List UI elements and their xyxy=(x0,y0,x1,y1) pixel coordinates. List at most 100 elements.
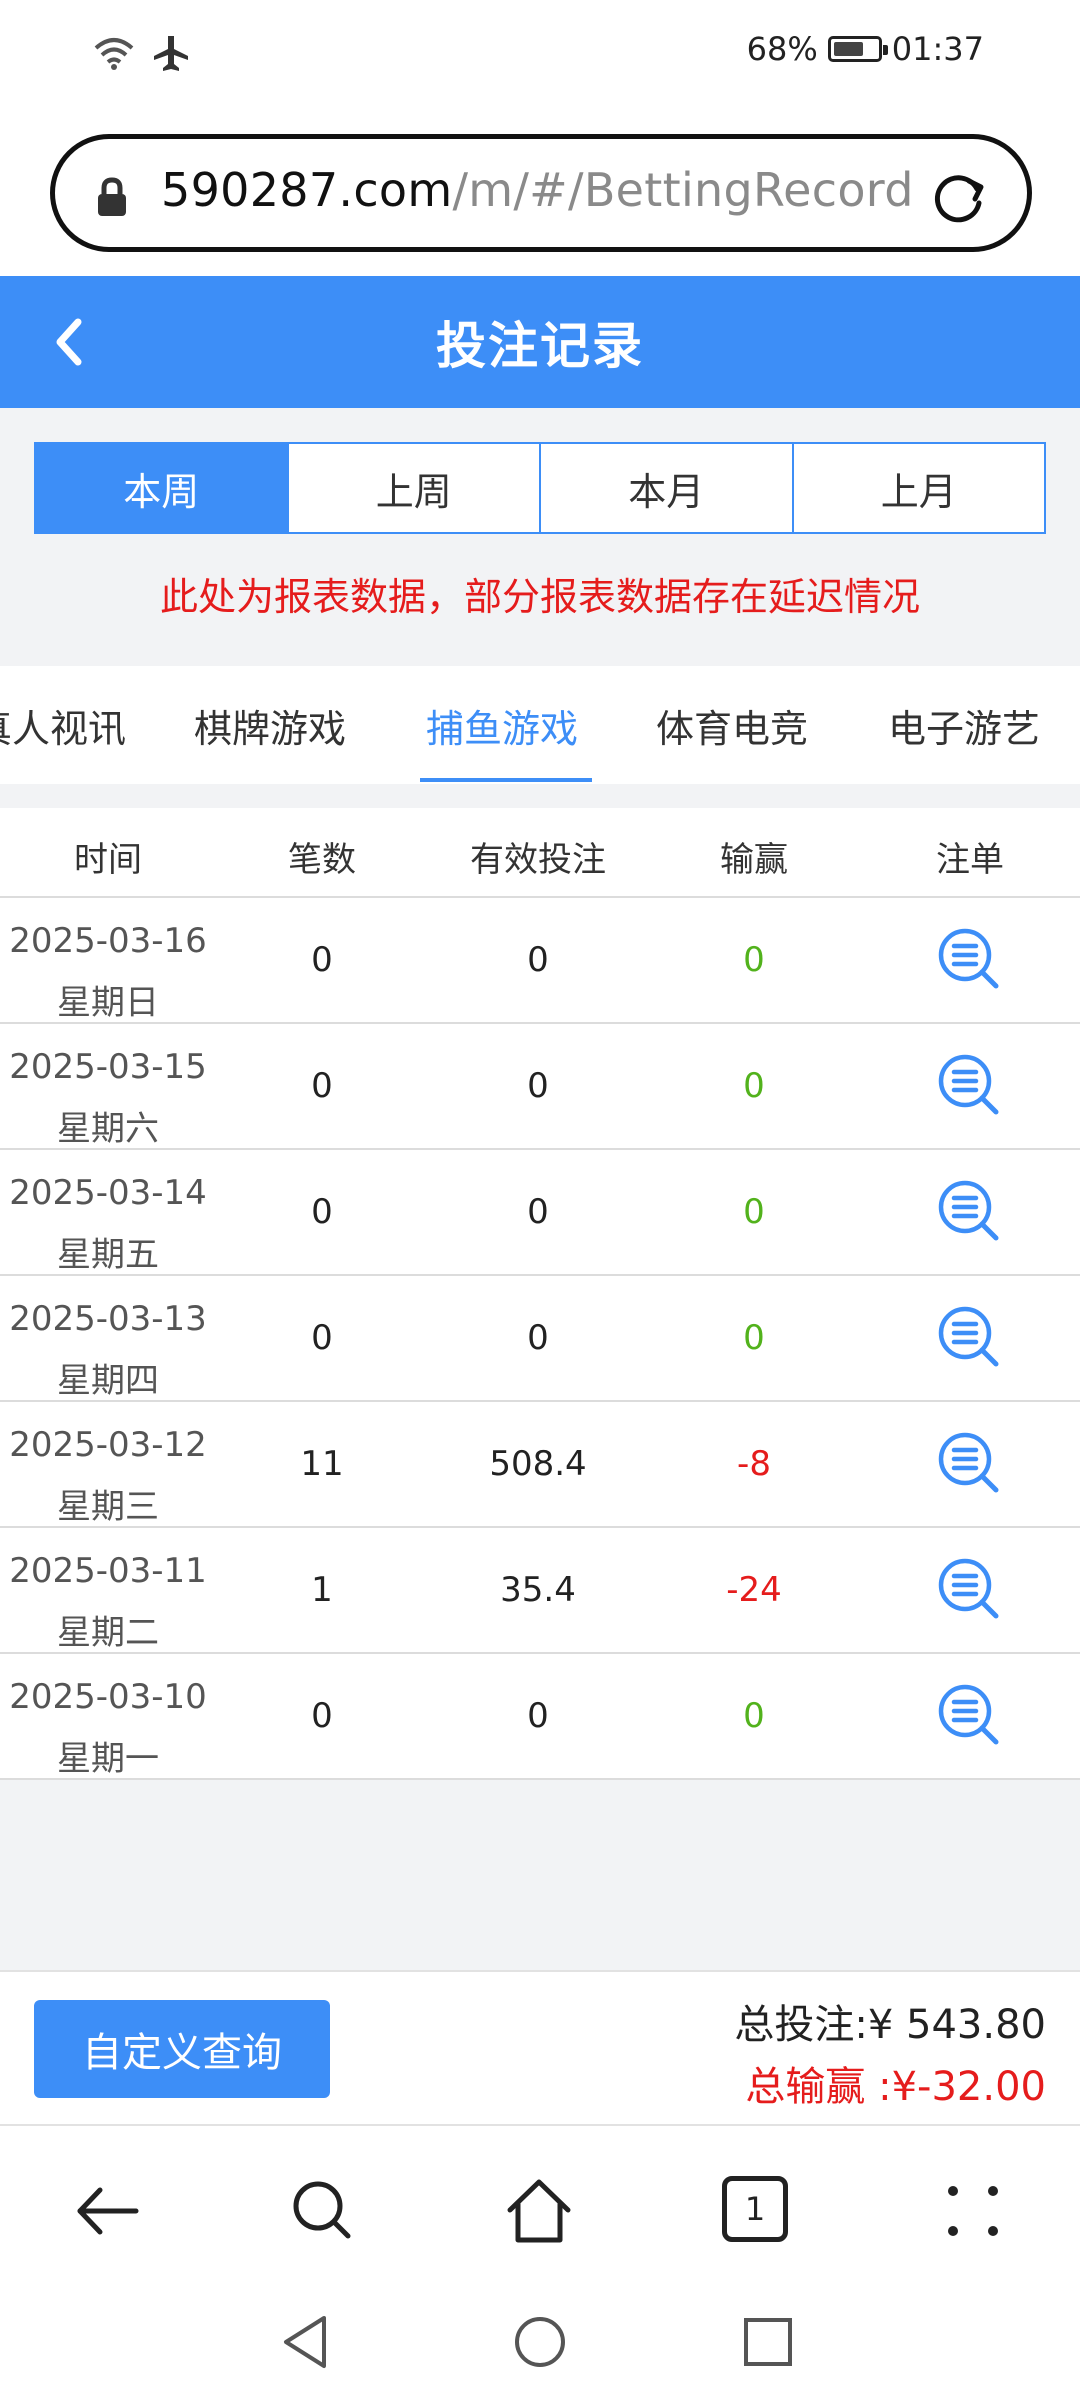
divider xyxy=(0,784,1080,808)
view-details-icon[interactable] xyxy=(936,1556,1002,1622)
row-date: 2025-03-11 xyxy=(9,1551,207,1591)
url-text[interactable]: 590287.com/m/#/BettingRecord xyxy=(161,163,914,217)
browser-address-area: 590287.com/m/#/BettingRecord xyxy=(0,110,1080,276)
tabs-count-icon[interactable]: 1 xyxy=(722,2176,788,2242)
row-valid-bet: 0 xyxy=(527,1192,549,1232)
tab-electronic-games[interactable]: 电子游艺 xyxy=(888,698,1040,753)
row-valid-bet: 0 xyxy=(527,940,549,980)
delay-notice: 此处为报表数据，部分报表数据存在延迟情况 xyxy=(159,575,920,619)
table-row: 2025-03-13 星期四 0 0 0 xyxy=(0,1276,1080,1402)
system-home-icon[interactable] xyxy=(510,2312,570,2372)
row-win-loss: 0 xyxy=(743,940,765,980)
row-date-cell: 2025-03-13 星期四 xyxy=(0,1288,216,1412)
tab-this-month[interactable]: 本月 xyxy=(539,444,792,532)
row-date: 2025-03-10 xyxy=(9,1677,207,1717)
view-details-icon[interactable] xyxy=(936,1682,1002,1748)
row-valid-bet: 508.4 xyxy=(489,1444,587,1484)
row-date: 2025-03-15 xyxy=(9,1047,207,1087)
row-win-loss: 0 xyxy=(743,1318,765,1358)
table-row: 2025-03-10 星期一 0 0 0 xyxy=(0,1654,1080,1780)
row-win-loss: -24 xyxy=(726,1570,782,1610)
page-title: 投注记录 xyxy=(436,317,644,375)
page-header: 投注记录 xyxy=(0,276,1080,408)
row-win-loss: -8 xyxy=(737,1444,771,1484)
tab-sports-esports[interactable]: 体育电竞 xyxy=(656,698,808,753)
row-date: 2025-03-14 xyxy=(9,1173,207,1213)
tab-fishing-games[interactable]: 捕鱼游戏 xyxy=(426,698,578,753)
browser-back-icon[interactable] xyxy=(72,2176,142,2246)
table-header: 时间 笔数 有效投注 输赢 注单 xyxy=(0,808,1080,898)
total-win-loss: 总输赢 :¥-32.00 xyxy=(745,2064,1046,2110)
table-row: 2025-03-14 星期五 0 0 0 xyxy=(0,1150,1080,1276)
row-count: 0 xyxy=(311,1696,333,1736)
table-row: 2025-03-11 星期二 1 35.4 -24 xyxy=(0,1528,1080,1654)
search-icon[interactable] xyxy=(288,2176,358,2246)
view-details-icon[interactable] xyxy=(936,1178,1002,1244)
url-path: /m/#/BettingRecord xyxy=(452,163,914,217)
tab-last-week[interactable]: 上周 xyxy=(286,444,540,532)
reload-icon[interactable] xyxy=(929,167,989,227)
row-count: 0 xyxy=(311,940,333,980)
header-bet-slip: 注单 xyxy=(936,840,1004,880)
tab-last-month[interactable]: 上月 xyxy=(791,444,1045,532)
row-date-cell: 2025-03-16 星期日 xyxy=(0,910,216,1034)
row-date: 2025-03-13 xyxy=(9,1299,207,1339)
row-win-loss: 0 xyxy=(743,1696,765,1736)
empty-area xyxy=(0,1780,1080,1970)
status-icons-right: 68% 01:37 xyxy=(747,30,984,68)
tab-this-week[interactable]: 本周 xyxy=(36,444,287,532)
betting-record-table: 时间 笔数 有效投注 输赢 注单 2025-03-16 星期日 0 0 0 20… xyxy=(0,808,1080,1780)
row-count: 1 xyxy=(311,1570,333,1610)
table-row: 2025-03-15 星期六 0 0 0 xyxy=(0,1024,1080,1150)
row-date-cell: 2025-03-14 星期五 xyxy=(0,1162,216,1286)
system-recents-icon[interactable] xyxy=(738,2312,798,2372)
row-count: 0 xyxy=(311,1192,333,1232)
row-win-loss: 0 xyxy=(743,1192,765,1232)
battery-percent: 68% xyxy=(746,30,818,68)
status-icons-left xyxy=(94,34,190,72)
home-icon[interactable] xyxy=(504,2176,574,2246)
active-tab-underline xyxy=(420,778,592,782)
more-menu-icon[interactable] xyxy=(938,2176,1008,2246)
header-count: 笔数 xyxy=(288,840,356,880)
period-filter-area: 本周 上周 本月 上月 此处为报表数据，部分报表数据存在延迟情况 xyxy=(0,408,1080,666)
view-details-icon[interactable] xyxy=(936,926,1002,992)
row-valid-bet: 35.4 xyxy=(500,1570,576,1610)
airplane-mode-icon xyxy=(154,36,188,71)
row-date-cell: 2025-03-10 星期一 xyxy=(0,1666,216,1790)
row-count: 11 xyxy=(300,1444,344,1484)
row-valid-bet: 0 xyxy=(527,1696,549,1736)
row-count: 0 xyxy=(311,1318,333,1358)
row-count: 0 xyxy=(311,1066,333,1106)
lock-icon xyxy=(98,177,126,216)
table-row: 2025-03-16 星期日 0 0 0 xyxy=(0,898,1080,1024)
table-row: 2025-03-12 星期三 11 508.4 -8 xyxy=(0,1402,1080,1528)
header-time: 时间 xyxy=(74,840,142,880)
tab-live-video[interactable]: 真人视讯 xyxy=(0,698,126,753)
row-date-cell: 2025-03-12 星期三 xyxy=(0,1414,216,1538)
custom-query-button[interactable]: 自定义查询 xyxy=(34,2000,330,2098)
row-date-cell: 2025-03-11 星期二 xyxy=(0,1540,216,1664)
view-details-icon[interactable] xyxy=(936,1430,1002,1496)
battery-icon xyxy=(827,36,888,62)
wifi-icon xyxy=(94,38,134,70)
status-time: 01:37 xyxy=(891,30,984,68)
tabs-count: 1 xyxy=(744,2190,766,2228)
row-date: 2025-03-12 xyxy=(9,1425,207,1465)
row-date: 2025-03-16 xyxy=(9,921,207,961)
system-navigation-bar xyxy=(0,2292,1080,2400)
tab-card-games[interactable]: 棋牌游戏 xyxy=(194,698,346,753)
total-bet: 总投注:¥ 543.80 xyxy=(734,2002,1046,2048)
status-bar: 68% 01:37 xyxy=(0,0,1080,110)
browser-toolbar: 1 xyxy=(0,2126,1080,2292)
header-valid-bet: 有效投注 xyxy=(470,840,606,880)
period-tabs: 本周 上周 本月 上月 xyxy=(34,442,1046,534)
system-back-icon[interactable] xyxy=(278,2312,338,2372)
url-host: 590287.com xyxy=(161,163,453,217)
view-details-icon[interactable] xyxy=(936,1304,1002,1370)
address-bar[interactable]: 590287.com/m/#/BettingRecord xyxy=(50,134,1032,252)
view-details-icon[interactable] xyxy=(936,1052,1002,1118)
header-win-loss: 输赢 xyxy=(720,840,788,880)
row-date-cell: 2025-03-15 星期六 xyxy=(0,1036,216,1160)
row-win-loss: 0 xyxy=(743,1066,765,1106)
